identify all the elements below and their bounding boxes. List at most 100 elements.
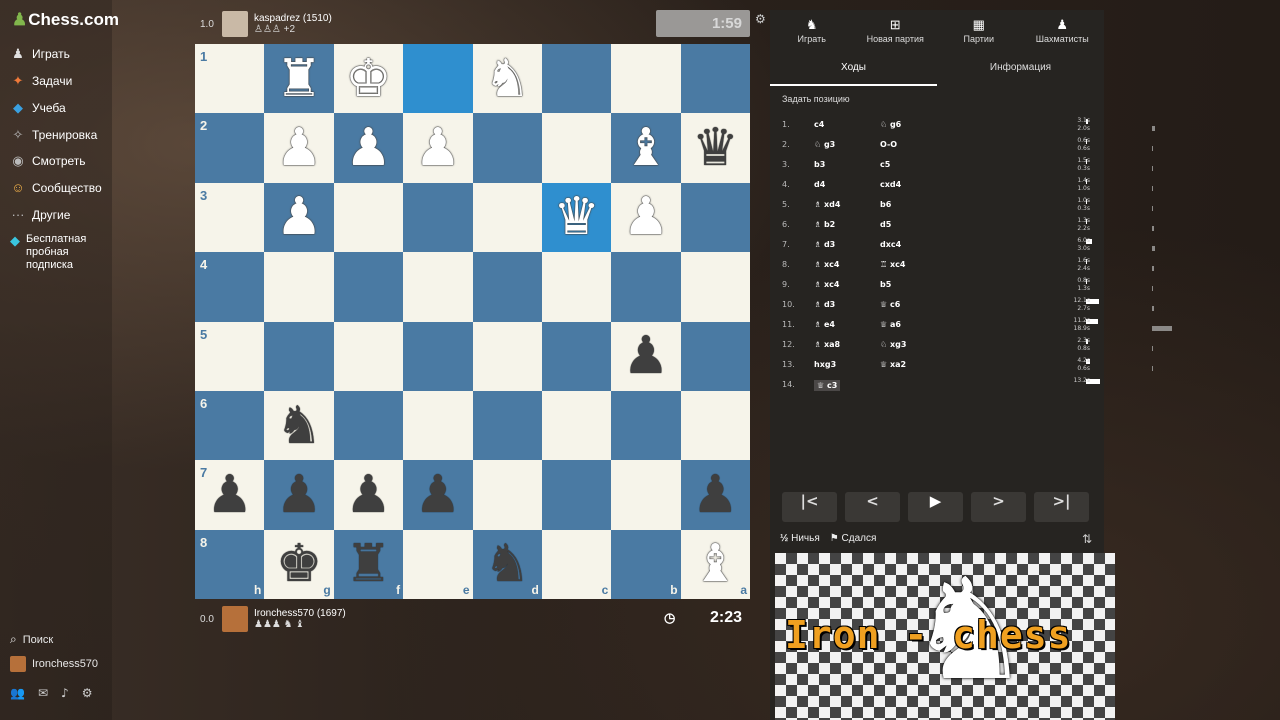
settings-gear-icon[interactable]: ⚙ [82,686,93,700]
first-move-button[interactable]: |< [782,492,837,522]
tab-moves[interactable]: Ходы [770,56,937,86]
white-pawn-icon[interactable]: ♟ [276,191,323,243]
white-pawn-icon[interactable]: ♟ [415,122,462,174]
black-move[interactable]: d5 [880,220,891,229]
square-b6[interactable] [611,390,681,461]
square-d6[interactable] [472,390,542,461]
square-c7[interactable] [541,460,612,530]
black-move[interactable]: ♕ xa2 [880,360,906,369]
square-a4[interactable] [680,252,750,322]
black-move[interactable]: ♕ c6 [880,300,900,309]
square-d5[interactable] [472,321,542,391]
white-move[interactable]: ♗ d3 [814,300,835,309]
sidebar-item-learn[interactable]: ◆ Учеба [10,100,66,116]
square-c6[interactable] [541,390,612,461]
square-e6[interactable] [403,390,473,461]
square-b3[interactable]: ♟ [611,182,681,253]
black-move[interactable]: ♘ xg3 [880,340,906,349]
square-a1[interactable] [680,44,750,114]
square-b5[interactable]: ♟ [611,321,681,391]
black-move[interactable]: b6 [880,200,891,209]
square-a3[interactable] [680,182,750,253]
friends-icon[interactable]: 👥 [10,686,25,700]
square-c1[interactable] [541,44,612,114]
tab-games[interactable]: ▦ Партии [937,10,1021,52]
black-pawn-icon[interactable]: ♟ [276,469,323,521]
square-f1[interactable]: ♚ [333,44,404,114]
draw-button[interactable]: ½ Ничья [780,533,820,544]
square-e1[interactable] [403,44,473,114]
square-c3[interactable]: ♛ [541,182,612,253]
white-move[interactable]: ♗ d3 [814,240,835,249]
square-g5[interactable] [264,321,334,391]
square-g8[interactable]: ♚ g [264,529,334,599]
square-h5[interactable]: 5 [195,321,265,391]
mail-icon[interactable]: ✉ [38,686,48,700]
sidebar-item-training[interactable]: ✧ Тренировка [10,127,98,143]
white-move[interactable]: ♗ xa8 [814,340,840,349]
square-d2[interactable] [472,113,542,183]
square-c4[interactable] [541,252,612,322]
white-bishop-icon[interactable]: ♝ [623,122,670,174]
square-e8[interactable]: e [403,529,473,599]
white-knight-icon[interactable]: ♞ [484,53,531,105]
white-pawn-icon[interactable]: ♟ [345,122,392,174]
square-c8[interactable]: c [541,529,612,599]
black-queen-icon[interactable]: ♛ [692,122,739,174]
square-h4[interactable]: 4 [195,252,265,322]
square-e7[interactable]: ♟ [403,460,473,530]
white-bishop-icon[interactable]: ♝ [692,538,739,590]
square-f7[interactable]: ♟ [333,460,404,530]
square-a5[interactable] [680,321,750,391]
square-c5[interactable] [541,321,612,391]
square-h1[interactable]: 1 [195,44,265,114]
bell-icon[interactable]: ♪ [61,686,69,700]
white-move[interactable]: d4 [814,180,825,189]
board-settings-gear-icon[interactable]: ⚙ [755,12,766,26]
player-name[interactable]: Ironchess570 (1697) [254,608,346,619]
square-e5[interactable] [403,321,473,391]
white-move[interactable]: ♘ g3 [814,140,835,149]
square-b8[interactable]: b [611,529,681,599]
square-f5[interactable] [333,321,404,391]
square-h3[interactable]: 3 [195,182,265,253]
square-h2[interactable]: 2 [195,113,265,183]
black-move[interactable]: O-O [880,140,897,149]
white-move[interactable]: ♕ c3 [814,380,841,391]
previous-move-button[interactable]: < [845,492,900,522]
square-e3[interactable] [403,182,473,253]
black-pawn-icon[interactable]: ♟ [206,469,253,521]
white-move[interactable]: ♗ xc4 [814,260,839,269]
square-g7[interactable]: ♟ [264,460,334,530]
black-pawn-icon[interactable]: ♟ [692,469,739,521]
white-move[interactable]: b3 [814,160,825,169]
sidebar-item-watch[interactable]: ◉ Смотреть [10,153,85,169]
profile-link[interactable]: Ironchess570 [10,656,98,672]
square-f3[interactable] [333,182,404,253]
white-move[interactable]: ♗ b2 [814,220,835,229]
black-pawn-icon[interactable]: ♟ [623,330,670,382]
black-knight-icon[interactable]: ♞ [276,400,323,452]
white-rook-icon[interactable]: ♜ [276,53,323,105]
square-d3[interactable] [472,182,542,253]
square-a6[interactable] [680,390,750,461]
black-move[interactable]: ♘ g6 [880,120,901,129]
chesscom-logo[interactable]: ♟Chess.com [12,10,119,30]
square-g4[interactable] [264,252,334,322]
last-move-button[interactable]: >| [1034,492,1089,522]
black-knight-icon[interactable]: ♞ [484,538,531,590]
square-d8[interactable]: ♞ d [472,529,542,599]
square-a7[interactable]: ♟ [680,460,750,530]
white-move[interactable]: ♗ xc4 [814,280,839,289]
square-f8[interactable]: ♜ f [333,529,404,599]
black-move[interactable]: cxd4 [880,180,901,189]
black-rook-icon[interactable]: ♜ [345,538,392,590]
flip-board-icon[interactable]: ⇅ [1082,532,1092,546]
tab-info[interactable]: Информация [937,56,1104,86]
black-king-icon[interactable]: ♚ [276,538,323,590]
black-pawn-icon[interactable]: ♟ [415,469,462,521]
square-b7[interactable] [611,460,681,530]
sidebar-item-free-trial[interactable]: ◆ Бесплатная пробная подписка [10,233,96,272]
tab-play[interactable]: ♞ Играть [770,10,854,52]
search-button[interactable]: ⌕ Поиск [10,632,53,647]
